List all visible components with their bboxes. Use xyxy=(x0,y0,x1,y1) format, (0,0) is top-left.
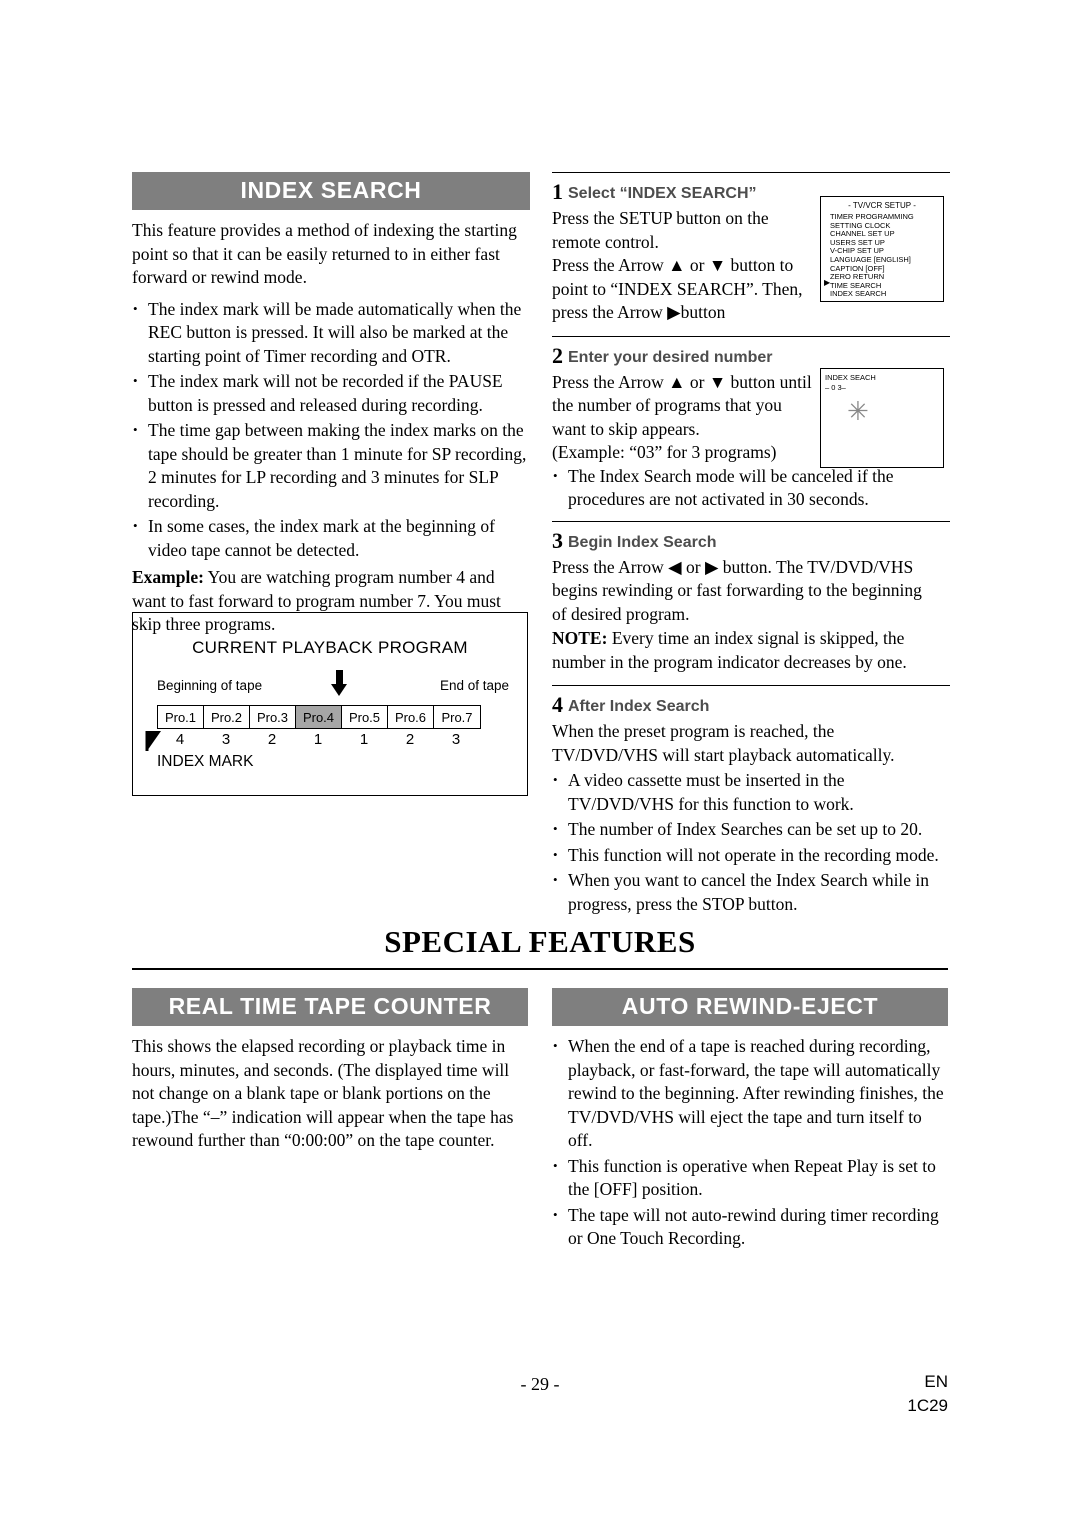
list-item: The tape will not auto-rewind during tim… xyxy=(552,1203,948,1251)
text-line: TV/DVD/VHS will start playback automatic… xyxy=(552,744,895,765)
list-item: When the end of a tape is reached during… xyxy=(552,1034,948,1153)
step-3-body: Press the Arrow ◀ or ▶ button. The TV/DV… xyxy=(552,556,950,675)
auto-rewind-eject-heading: AUTO REWIND-EJECT xyxy=(552,988,948,1026)
menu-pointer-icon: ▶ xyxy=(824,278,831,287)
step-3-heading: 3 Begin Index Search xyxy=(552,522,950,556)
language-code: EN xyxy=(924,1372,948,1391)
text-line: begins rewinding or fast forwarding to t… xyxy=(552,580,922,600)
list-item: The Index Search mode will be canceled i… xyxy=(552,464,950,512)
text-line: When the preset program is reached, the xyxy=(552,721,835,741)
skip-count: 3 xyxy=(451,731,461,748)
text-line: Press the Arrow ▲ or ▼ button until xyxy=(552,371,812,392)
index-search-heading: INDEX SEARCH xyxy=(132,172,530,210)
text-line: the number of programs that you xyxy=(552,395,782,415)
index-mark-arrow-icon xyxy=(145,731,161,751)
step-4-body: When the preset program is reached, the … xyxy=(552,720,950,767)
step-4-number: 4 xyxy=(552,692,563,717)
step-4-heading: 4 After Index Search xyxy=(552,686,950,720)
program-cells: Pro.1 Pro.2 Pro.3 Pro.4 Pro.5 Pro.6 Pro.… xyxy=(157,705,481,729)
tv-setup-menu-screenshot: - TV/VCR SETUP - TIMER PROGRAMMING SETTI… xyxy=(820,196,944,302)
diagram-tape-ends: Beginning of tape End of tape xyxy=(133,670,527,696)
real-time-tape-counter-text: This shows the elapsed recording or play… xyxy=(132,1036,514,1150)
text-line: of desired program. xyxy=(552,603,690,624)
list-item: The index mark will be made automaticall… xyxy=(132,297,530,369)
osd-number: – 0 3– xyxy=(825,383,846,392)
program-cell: Pro.3 xyxy=(250,706,296,728)
setup-menu-title: - TV/VCR SETUP - xyxy=(848,201,916,210)
skip-count: 2 xyxy=(267,731,277,748)
program-cell: Pro.6 xyxy=(388,706,434,728)
text-line: Press the Arrow ◀ or ▶ button. The TV/DV… xyxy=(552,556,914,577)
list-item: A video cassette must be inserted in the… xyxy=(552,768,950,816)
manual-page: INDEX SEARCH This feature provides a met… xyxy=(0,0,1080,1528)
step-3-title: Begin Index Search xyxy=(568,533,717,551)
setup-menu-items: TIMER PROGRAMMING SETTING CLOCK CHANNEL … xyxy=(830,212,943,299)
text-line: want to skip appears. xyxy=(552,418,700,439)
note-label: NOTE: xyxy=(552,628,608,648)
step-4-bullets: A video cassette must be inserted in the… xyxy=(552,768,950,916)
divider xyxy=(132,968,948,970)
program-cell: Pro.2 xyxy=(204,706,250,728)
menu-item: INDEX SEARCH xyxy=(830,289,887,299)
text-line: Press the SETUP button on the xyxy=(552,208,769,228)
index-search-bullets: The index mark will be made automaticall… xyxy=(132,297,530,563)
example-label: Example: xyxy=(132,567,204,587)
playback-program-diagram: CURRENT PLAYBACK PROGRAM Beginning of ta… xyxy=(132,612,528,796)
step-4-title: After Index Search xyxy=(568,698,710,715)
diagram-title: CURRENT PLAYBACK PROGRAM xyxy=(192,638,468,657)
program-cell: Pro.7 xyxy=(434,706,480,728)
osd-title: INDEX SEACH xyxy=(825,373,876,382)
list-item: This function is operative when Repeat P… xyxy=(552,1154,948,1202)
step-2-title: Enter your desired number xyxy=(568,348,773,366)
list-item: This function will not operate in the re… xyxy=(552,843,950,868)
text-line: remote control. xyxy=(552,231,659,252)
text-line: point to “INDEX SEARCH”. Then, xyxy=(552,278,803,299)
index-search-section: INDEX SEARCH This feature provides a met… xyxy=(132,172,530,637)
page-number: - 29 - xyxy=(520,1374,560,1394)
list-item: In some cases, the index mark at the beg… xyxy=(132,514,530,562)
program-cell-current: Pro.4 xyxy=(296,706,342,728)
sparkle-icon: ✳ xyxy=(847,397,869,427)
index-search-osd-screenshot: INDEX SEACH – 0 3– ✳ xyxy=(820,368,944,468)
program-cell: Pro.5 xyxy=(342,706,388,728)
step-2-bullets: The Index Search mode will be canceled i… xyxy=(552,464,950,512)
skip-count: 1 xyxy=(359,731,369,748)
step-1-number: 1 xyxy=(552,179,563,204)
auto-rewind-eject-section: AUTO REWIND-EJECT When the end of a tape… xyxy=(552,988,948,1253)
skip-count-row: 4 3 2 1 1 2 3 xyxy=(157,731,479,748)
skip-count: 1 xyxy=(313,731,323,748)
step-2-heading: 2 Enter your desired number xyxy=(552,337,950,371)
step-2-number: 2 xyxy=(552,342,563,368)
skip-count: 3 xyxy=(221,731,231,748)
list-item: The index mark will not be recorded if t… xyxy=(132,369,530,417)
list-item: The number of Index Searches can be set … xyxy=(552,817,950,842)
step-3-note: NOTE: Every time an index signal is skip… xyxy=(552,627,950,674)
end-of-tape-label: End of tape xyxy=(439,678,509,693)
real-time-tape-counter-heading: REAL TIME TAPE COUNTER xyxy=(132,988,528,1026)
step-3-number: 3 xyxy=(552,527,563,553)
step-1-body: Press the SETUP button on the remote con… xyxy=(552,207,820,325)
skip-count: 2 xyxy=(405,731,415,748)
text-line: (Example: “03” for 3 programs) xyxy=(552,442,777,462)
list-item: When you want to cancel the Index Search… xyxy=(552,868,950,916)
beginning-of-tape-label: Beginning of tape xyxy=(157,678,263,693)
index-search-intro: This feature provides a method of indexi… xyxy=(132,220,517,287)
special-features-title: SPECIAL FEATURES xyxy=(384,924,696,959)
real-time-tape-counter-section: REAL TIME TAPE COUNTER This shows the el… xyxy=(132,988,528,1153)
auto-rewind-eject-bullets: When the end of a tape is reached during… xyxy=(552,1034,948,1251)
list-item: The time gap between making the index ma… xyxy=(132,418,530,513)
index-mark-label: INDEX MARK xyxy=(157,753,254,770)
text-line: Press the Arrow ▲ or ▼ button to xyxy=(552,255,794,275)
text-line: press the Arrow ▶button xyxy=(552,302,726,322)
step-2-body: Press the Arrow ▲ or ▼ button until the … xyxy=(552,371,820,465)
document-code: 1C29 xyxy=(907,1396,948,1415)
step-1-title: Select “INDEX SEARCH” xyxy=(568,185,757,202)
